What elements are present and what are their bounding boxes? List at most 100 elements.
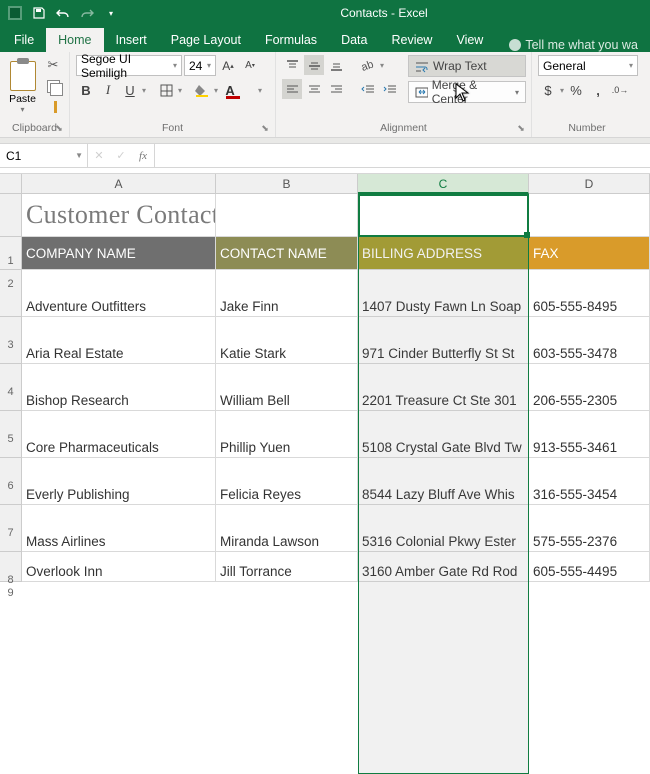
- tab-file[interactable]: File: [2, 28, 46, 52]
- name-box[interactable]: C1▼: [0, 144, 88, 167]
- tab-formulas[interactable]: Formulas: [253, 28, 329, 52]
- align-bottom-icon[interactable]: [326, 55, 346, 75]
- cell[interactable]: Felicia Reyes: [216, 458, 358, 505]
- excel-icon[interactable]: [4, 2, 26, 24]
- cell[interactable]: 3160 Amber Gate Rd Rod: [358, 552, 529, 582]
- cell[interactable]: William Bell: [216, 364, 358, 411]
- format-painter-icon[interactable]: [43, 97, 63, 117]
- tell-me-label: Tell me what you wa: [525, 38, 638, 52]
- cell[interactable]: Aria Real Estate: [22, 317, 216, 364]
- cell[interactable]: BILLING ADDRESS: [358, 237, 529, 270]
- cell[interactable]: Katie Stark: [216, 317, 358, 364]
- col-header-c[interactable]: C: [358, 174, 529, 194]
- grow-font-icon[interactable]: A▴: [218, 56, 238, 76]
- cell[interactable]: 971 Cinder Butterfly St St: [358, 317, 529, 364]
- enter-formula-icon[interactable]: ✓: [110, 145, 132, 167]
- bold-button[interactable]: B: [76, 80, 96, 100]
- align-left-icon[interactable]: [282, 79, 302, 99]
- cell[interactable]: Phillip Yuen: [216, 411, 358, 458]
- wrap-text-button[interactable]: Wrap Text: [408, 55, 526, 77]
- paste-button[interactable]: Paste ▾: [6, 59, 39, 114]
- cell[interactable]: FAX: [529, 237, 650, 270]
- cell[interactable]: COMPANY NAME: [22, 237, 216, 270]
- fill-color-icon[interactable]: [192, 80, 212, 100]
- dialog-launcher-icon[interactable]: ⬊: [515, 123, 527, 135]
- cell[interactable]: Mass Airlines: [22, 505, 216, 552]
- undo-icon[interactable]: [52, 2, 74, 24]
- col-header-d[interactable]: D: [529, 174, 650, 194]
- cancel-formula-icon[interactable]: ✕: [88, 145, 110, 167]
- tab-home[interactable]: Home: [46, 28, 103, 52]
- font-name-select[interactable]: Segoe UI Semiligh▾: [76, 55, 182, 76]
- cell[interactable]: [358, 194, 529, 237]
- cell[interactable]: Jill Torrance: [216, 552, 358, 582]
- bulb-icon: [509, 39, 521, 51]
- cells-area[interactable]: Customer Contact ListCOMPANY NAMECONTACT…: [22, 194, 650, 582]
- number-format-select[interactable]: General▾: [538, 55, 638, 76]
- cell[interactable]: 206-555-2305: [529, 364, 650, 411]
- orientation-icon[interactable]: ab: [358, 55, 378, 75]
- increase-decimal-icon[interactable]: .0→: [610, 80, 630, 100]
- cell[interactable]: [216, 194, 358, 237]
- decrease-indent-icon[interactable]: [358, 79, 378, 99]
- cell[interactable]: Miranda Lawson: [216, 505, 358, 552]
- align-center-icon[interactable]: [304, 79, 324, 99]
- cell[interactable]: 1407 Dusty Fawn Ln Soap: [358, 270, 529, 317]
- insert-function-icon[interactable]: fx: [132, 145, 154, 167]
- row-header[interactable]: 1: [0, 194, 22, 237]
- cell[interactable]: Customer Contact List: [22, 194, 216, 237]
- cell[interactable]: 913-555-3461: [529, 411, 650, 458]
- dialog-launcher-icon[interactable]: ⬊: [53, 123, 65, 135]
- cell[interactable]: 605-555-8495: [529, 270, 650, 317]
- cell[interactable]: 605-555-4495: [529, 552, 650, 582]
- col-header-a[interactable]: A: [22, 174, 216, 194]
- cell[interactable]: 5108 Crystal Gate Blvd Tw: [358, 411, 529, 458]
- cell[interactable]: 603-555-3478: [529, 317, 650, 364]
- italic-button[interactable]: I: [98, 80, 118, 100]
- cell[interactable]: [529, 194, 650, 237]
- tab-data[interactable]: Data: [329, 28, 379, 52]
- tab-page-layout[interactable]: Page Layout: [159, 28, 253, 52]
- cell[interactable]: 2201 Treasure Ct Ste 301: [358, 364, 529, 411]
- cell[interactable]: Core Pharmaceuticals: [22, 411, 216, 458]
- align-middle-icon[interactable]: [304, 55, 324, 75]
- cell[interactable]: Overlook Inn: [22, 552, 216, 582]
- underline-button[interactable]: U: [120, 80, 140, 100]
- qat-customize-icon[interactable]: ▾: [100, 2, 122, 24]
- tell-me-search[interactable]: Tell me what you wa: [509, 38, 638, 52]
- cell[interactable]: Jake Finn: [216, 270, 358, 317]
- tab-review[interactable]: Review: [379, 28, 444, 52]
- tab-view[interactable]: View: [444, 28, 495, 52]
- increase-indent-icon[interactable]: [380, 79, 400, 99]
- cell[interactable]: 575-555-2376: [529, 505, 650, 552]
- cell[interactable]: 5316 Colonial Pkwy Ester: [358, 505, 529, 552]
- formula-input[interactable]: [155, 144, 650, 167]
- align-right-icon[interactable]: [326, 79, 346, 99]
- cell[interactable]: 316-555-3454: [529, 458, 650, 505]
- cell[interactable]: CONTACT NAME: [216, 237, 358, 270]
- col-header-b[interactable]: B: [216, 174, 358, 194]
- group-alignment: ab ▾ Wrap Text: [276, 52, 532, 137]
- table-row: Everly PublishingFelicia Reyes8544 Lazy …: [22, 458, 650, 505]
- redo-icon[interactable]: [76, 2, 98, 24]
- currency-button[interactable]: $: [538, 80, 558, 100]
- align-top-icon[interactable]: [282, 55, 302, 75]
- tab-insert[interactable]: Insert: [104, 28, 159, 52]
- merge-center-button[interactable]: Merge & Center ▾: [408, 81, 526, 103]
- cell[interactable]: 8544 Lazy Bluff Ave Whis: [358, 458, 529, 505]
- chevron-down-icon[interactable]: ▼: [75, 151, 83, 160]
- select-all-corner[interactable]: [0, 174, 22, 194]
- font-size-select[interactable]: 24▾: [184, 55, 216, 76]
- table-row: Core PharmaceuticalsPhillip Yuen5108 Cry…: [22, 411, 650, 458]
- dialog-launcher-icon[interactable]: ⬊: [259, 123, 271, 135]
- border-icon[interactable]: [156, 80, 176, 100]
- copy-icon[interactable]: [43, 76, 63, 96]
- shrink-font-icon[interactable]: A▾: [240, 56, 260, 76]
- cell[interactable]: Everly Publishing: [22, 458, 216, 505]
- comma-button[interactable]: ,: [588, 80, 608, 100]
- cut-icon[interactable]: ✂: [43, 55, 63, 75]
- cell[interactable]: Adventure Outfitters: [22, 270, 216, 317]
- cell[interactable]: Bishop Research: [22, 364, 216, 411]
- save-icon[interactable]: [28, 2, 50, 24]
- percent-button[interactable]: %: [566, 80, 586, 100]
